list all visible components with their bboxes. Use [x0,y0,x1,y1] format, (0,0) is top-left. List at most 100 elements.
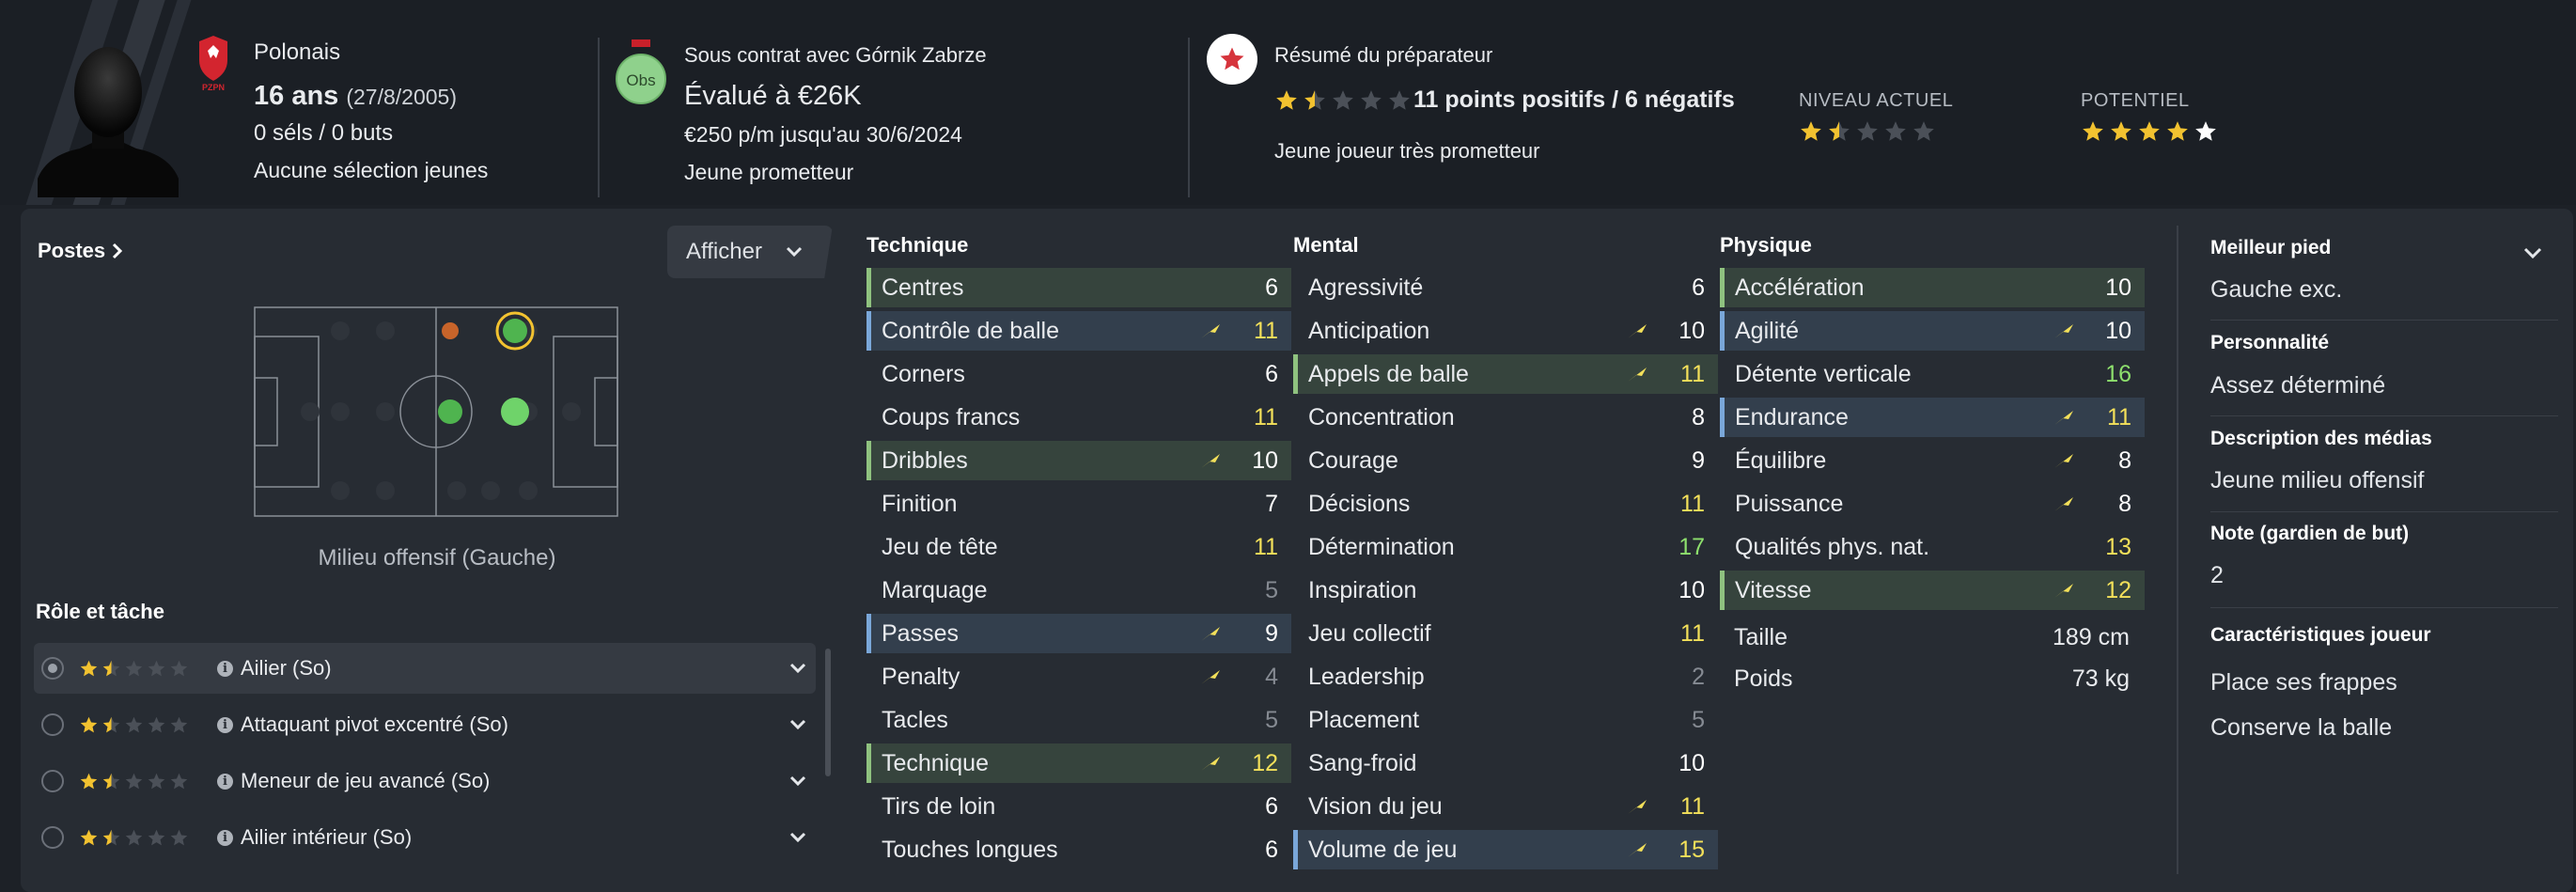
role-row[interactable]: i Ailier intérieur (So) [34,812,816,863]
physique-column-title: Physique [1720,233,1812,257]
attribute-name: Décisions [1308,490,1411,517]
role-radio[interactable] [41,826,64,849]
attribute-value: 11 [1254,317,1278,344]
role-list-scrollbar[interactable] [825,649,831,776]
progress-arrow-icon [1628,368,1647,382]
role-row[interactable]: i Meneur de jeu avancé (So) [34,756,816,806]
info-icon[interactable]: i [217,660,233,677]
attribute-row[interactable]: Tacles 5 [866,700,1291,740]
attribute-name: Jeu collectif [1308,619,1431,647]
attribute-row[interactable]: Qualités phys. nat. 13 [1720,527,2145,567]
chevron-down-icon[interactable] [788,658,808,679]
star-icon [125,716,143,732]
attribute-row[interactable]: Touches longues 6 [866,830,1291,869]
attribute-row[interactable]: Coups francs 11 [866,398,1291,437]
attribute-row[interactable]: Centres 6 [866,268,1291,307]
role-row[interactable]: i Attaquant pivot excentré (So) [34,699,816,750]
attribute-row[interactable]: Appels de balle 11 [1293,354,1718,394]
goalkeeper-rating-label: Note (gardien de but) [2210,523,2410,544]
info-icon[interactable]: i [217,773,233,790]
attribute-row[interactable]: Équilibre 8 [1720,441,2145,480]
mental-column-title: Mental [1293,233,1359,257]
attribute-row[interactable]: Jeu collectif 11 [1293,614,1718,653]
attribute-row[interactable]: Puissance 8 [1720,484,2145,524]
role-radio[interactable] [41,657,64,680]
info-divider-line [2210,511,2558,512]
star-icon [148,716,165,732]
attribute-row[interactable]: Agressivité 6 [1293,268,1718,307]
attribute-row[interactable]: Décisions 11 [1293,484,1718,524]
attribute-row[interactable]: Marquage 5 [866,571,1291,610]
info-icon[interactable]: i [217,829,233,846]
role-rating-stars [79,659,189,679]
role-row[interactable]: i Ailier (So) [34,643,816,694]
attribute-name: Finition [882,490,958,517]
attribute-row[interactable]: Anticipation 10 [1293,311,1718,351]
attribute-row[interactable]: Sang-froid 10 [1293,743,1718,783]
attribute-row[interactable]: Corners 6 [866,354,1291,394]
attribute-value: 2 [1692,663,1705,690]
star-icon [1361,90,1382,110]
attribute-value: 11 [2107,403,2131,430]
star-icon [80,660,98,676]
positions-header-link[interactable]: Postes [38,239,124,263]
info-divider [2177,226,2178,874]
chevron-down-icon[interactable] [2522,246,2543,259]
scout-points-text: 11 points positifs / 6 négatifs [1413,86,1735,113]
show-dropdown-label: Afficher [686,239,762,264]
attribute-row[interactable]: Volume de jeu 15 [1293,830,1718,869]
attribute-row[interactable]: Agilité 10 [1720,311,2145,351]
attribute-row[interactable]: Jeu de tête 11 [866,527,1291,567]
chevron-down-icon[interactable] [788,827,808,848]
attribute-row[interactable]: Accélération 10 [1720,268,2145,307]
star-icon [125,660,143,676]
svg-text:PZPN: PZPN [202,83,225,92]
chevron-down-icon [786,246,802,258]
attribute-name: Agilité [1735,317,1800,344]
goalkeeper-rating-value: 2 [2210,562,2224,588]
role-name: Attaquant pivot excentré (So) [241,712,508,736]
attribute-row[interactable]: Finition 7 [866,484,1291,524]
attribute-row[interactable]: Passes 9 [866,614,1291,653]
attribute-row[interactable]: Leadership 2 [1293,657,1718,696]
weight-value: 73 kg [2071,665,2130,692]
progress-arrow-icon [2054,411,2073,425]
attribute-row[interactable]: Concentration 8 [1293,398,1718,437]
age-text: 16 ans [254,81,339,111]
star-icon [1885,121,1906,141]
attribute-name: Équilibre [1735,446,1827,474]
attribute-value: 6 [1265,792,1278,820]
attribute-row[interactable]: Inspiration 10 [1293,571,1718,610]
contract-club-text[interactable]: Sous contrat avec Górnik Zabrze [684,43,987,68]
attribute-row[interactable]: Vitesse 12 [1720,571,2145,610]
positions-title: Postes [38,239,106,262]
attribute-row[interactable]: Contrôle de balle 11 [866,311,1291,351]
show-dropdown-button[interactable]: Afficher [667,226,833,278]
attribute-row[interactable]: Courage 9 [1293,441,1718,480]
attribute-row[interactable]: Penalty 4 [866,657,1291,696]
attribute-row[interactable]: Vision du jeu 11 [1293,787,1718,826]
role-radio[interactable] [41,713,64,736]
role-radio[interactable] [41,770,64,792]
attribute-name: Volume de jeu [1308,836,1458,863]
current-level-stars [1799,119,1936,144]
attribute-value: 6 [1265,836,1278,863]
attribute-row[interactable]: Dribbles 10 [866,441,1291,480]
wage-text: €250 p/m jusqu'au 30/6/2024 [684,122,962,147]
attribute-value: 5 [1692,706,1705,733]
attribute-row[interactable]: Détermination 17 [1293,527,1718,567]
attribute-row[interactable]: Placement 5 [1293,700,1718,740]
chevron-down-icon[interactable] [788,714,808,735]
attribute-value: 10 [1678,317,1705,344]
attribute-row[interactable]: Technique 12 [866,743,1291,783]
height-label: Taille [1734,624,1788,650]
info-icon[interactable]: i [217,716,233,733]
attribute-row[interactable]: Tirs de loin 6 [866,787,1291,826]
chevron-down-icon[interactable] [788,771,808,791]
attribute-row[interactable]: Détente verticale 16 [1720,354,2145,394]
star-icon [1333,90,1353,110]
attribute-row[interactable]: Endurance 11 [1720,398,2145,437]
preferred-foot-value: Gauche exc. [2210,276,2343,303]
club-badge-icon[interactable]: Obs [615,38,667,105]
scout-report-icon[interactable] [1207,34,1257,85]
